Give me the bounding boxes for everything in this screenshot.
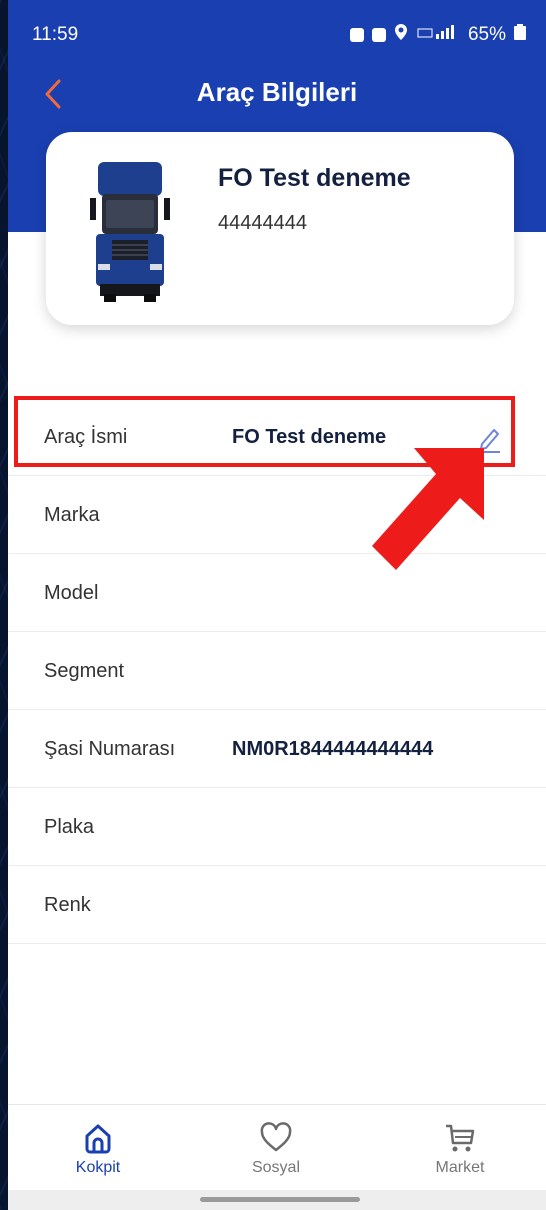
tab-label: Market	[435, 1159, 485, 1176]
row-label: Renk	[44, 894, 91, 916]
tab-sosyal[interactable]: Sosyal	[216, 1113, 336, 1193]
heart-icon	[260, 1122, 292, 1152]
home-icon	[85, 1124, 111, 1154]
row-chassis-number: Şasi Numarası NM0R1844444444444	[8, 710, 546, 788]
vehicle-name: FO Test deneme	[218, 164, 411, 192]
status-icons: 65%	[349, 24, 526, 46]
tab-label: Sosyal	[251, 1159, 301, 1176]
row-plate: Plaka	[8, 788, 546, 866]
home-indicator[interactable]	[200, 1197, 360, 1202]
tab-market[interactable]: Market	[400, 1113, 520, 1193]
tab-label: Kokpit	[75, 1159, 121, 1176]
row-label: Segment	[44, 660, 125, 682]
battery-icon	[514, 24, 526, 46]
cart-icon	[446, 1124, 475, 1152]
page-title: Araç Bilgileri	[196, 77, 358, 107]
pointer-arrow-icon	[372, 448, 484, 570]
row-label: Şasi Numarası	[44, 738, 176, 760]
location-icon	[394, 24, 408, 46]
vehicle-plate: 44444444	[218, 212, 307, 234]
row-label: Plaka	[44, 816, 95, 838]
truck-image	[90, 162, 170, 302]
row-label: Marka	[44, 504, 100, 526]
notification-icon	[349, 28, 364, 42]
network-icon	[416, 24, 460, 46]
phone-screen: 11:59 65% Araç Bilgileri FO Test deneme …	[8, 0, 546, 1210]
status-bar: 11:59 65%	[8, 0, 546, 60]
row-value: NM0R1844444444444	[232, 738, 434, 760]
alarm-icon	[371, 28, 386, 42]
tab-kokpit[interactable]: Kokpit	[38, 1113, 158, 1193]
row-color: Renk	[8, 866, 546, 944]
status-time: 11:59	[32, 24, 79, 45]
battery-percent: 65%	[467, 24, 506, 45]
row-segment: Segment	[8, 632, 546, 710]
system-nav-bar	[8, 1190, 546, 1210]
row-label: Model	[44, 582, 99, 604]
vehicle-card: FO Test deneme 44444444	[46, 132, 514, 325]
